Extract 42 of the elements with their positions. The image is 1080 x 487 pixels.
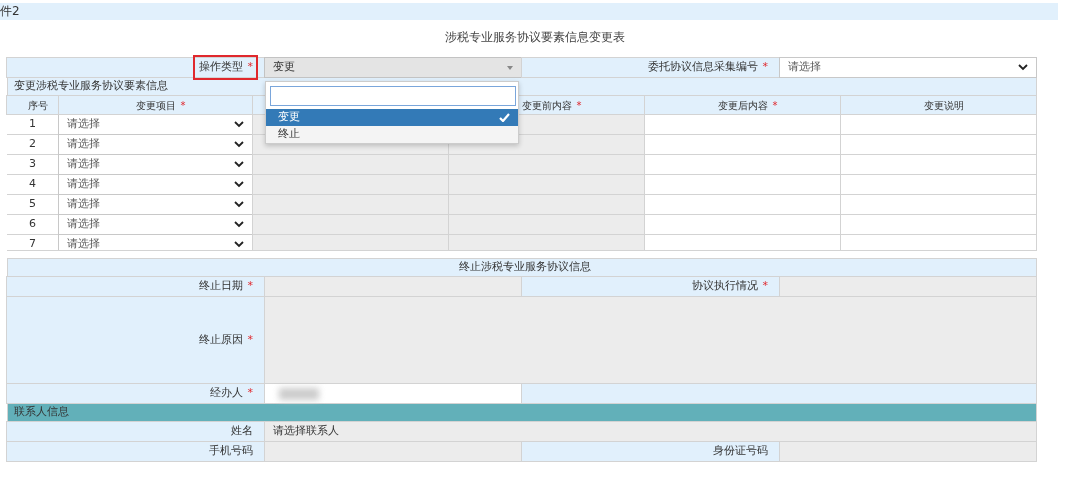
required-mark: * bbox=[772, 98, 778, 113]
search-field[interactable] bbox=[270, 86, 516, 106]
dropdown-option[interactable]: 终止 bbox=[266, 126, 518, 143]
required-mark: * bbox=[247, 59, 253, 76]
field-label: 操作类型 bbox=[198, 59, 243, 76]
chevron-down-icon bbox=[234, 201, 244, 208]
chevron-down-icon bbox=[234, 221, 244, 228]
field-label: 身份证号码 bbox=[713, 443, 768, 460]
required-mark: * bbox=[247, 278, 253, 295]
field-label: 姓名 bbox=[231, 423, 253, 440]
caret-icon bbox=[507, 65, 513, 70]
page-header: 件2 bbox=[0, 3, 1058, 20]
column-header: 变更项目 bbox=[135, 98, 176, 113]
field-label: 手机号码 bbox=[209, 443, 253, 460]
field-label: 委托协议信息采集编号 bbox=[647, 59, 758, 76]
required-mark: * bbox=[762, 278, 768, 295]
required-mark: * bbox=[247, 385, 253, 402]
field-label: 协议执行情况 bbox=[691, 278, 758, 295]
chevron-down-icon bbox=[234, 141, 244, 148]
chevron-down-icon bbox=[234, 161, 244, 168]
required-mark: * bbox=[762, 59, 768, 76]
field-label: 经办人 bbox=[209, 385, 243, 402]
chevron-down-icon bbox=[1018, 64, 1028, 71]
column-header: 变更说明 bbox=[923, 98, 964, 113]
required-mark: * bbox=[180, 98, 186, 113]
check-icon bbox=[499, 113, 510, 122]
required-mark: * bbox=[576, 98, 582, 113]
required-mark: * bbox=[247, 331, 253, 348]
column-header: 变更前内容 bbox=[521, 98, 572, 113]
blurred-text bbox=[279, 388, 319, 400]
field-label: 终止原因 bbox=[198, 331, 243, 348]
field-label: 终止日期 bbox=[198, 278, 243, 295]
readonly-field: 请选择联系人 bbox=[264, 421, 1037, 442]
select-field[interactable]: 请选择 bbox=[779, 57, 1037, 78]
combo-box[interactable]: 变更 bbox=[264, 57, 522, 78]
chevron-down-icon bbox=[234, 181, 244, 188]
chevron-down-icon bbox=[234, 121, 244, 128]
chevron-down-icon bbox=[234, 241, 244, 248]
dropdown-option[interactable]: 变更 bbox=[266, 109, 518, 126]
column-header: 变更后内容 bbox=[717, 98, 768, 113]
column-header: 序号 bbox=[27, 98, 48, 113]
form-title: 涉税专业服务协议要素信息变更表 bbox=[444, 29, 626, 46]
